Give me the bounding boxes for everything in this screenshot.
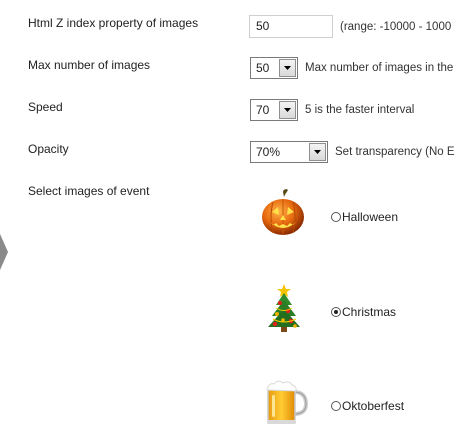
chevron-down-icon[interactable] <box>279 101 296 119</box>
pumpkin-icon <box>262 189 304 235</box>
christmas-label: Christmas <box>342 305 397 319</box>
speed-value: 70 <box>256 103 270 117</box>
zindex-input[interactable]: 50 <box>249 15 333 38</box>
max-images-value: 50 <box>256 61 270 75</box>
speed-label: Speed <box>28 100 63 114</box>
oktoberfest-label: Oktoberfest <box>342 399 405 413</box>
christmas-radio[interactable] <box>331 307 341 317</box>
max-images-hint: Max number of images in the <box>305 62 454 74</box>
max-images-label: Max number of images <box>28 58 151 72</box>
event-option-oktoberfest[interactable]: Oktoberfest <box>331 399 404 413</box>
collapse-arrow-icon[interactable] <box>0 234 8 270</box>
christmas-tree-icon <box>268 284 300 332</box>
event-option-christmas[interactable]: Christmas <box>331 305 396 319</box>
halloween-label: Halloween <box>342 210 399 224</box>
settings-page: Html Z index property of images 50 (rang… <box>0 0 458 443</box>
opacity-select[interactable]: 70% <box>250 141 328 163</box>
opacity-value: 70% <box>256 145 281 159</box>
speed-select[interactable]: 70 <box>250 99 298 121</box>
chevron-down-icon[interactable] <box>279 59 296 77</box>
opacity-label: Opacity <box>28 142 69 156</box>
event-option-halloween[interactable]: Halloween <box>331 210 398 224</box>
zindex-hint: (range: -10000 - 1000 <box>340 21 452 33</box>
max-images-select[interactable]: 50 <box>250 57 298 79</box>
oktoberfest-radio[interactable] <box>331 401 341 411</box>
speed-hint: 5 is the faster interval <box>305 104 415 116</box>
beer-mug-icon <box>266 380 309 424</box>
zindex-label: Html Z index property of images <box>28 16 199 30</box>
events-label: Select images of event <box>28 184 150 198</box>
halloween-radio[interactable] <box>331 212 341 222</box>
chevron-down-icon[interactable] <box>309 143 326 161</box>
opacity-hint: Set transparency (No E <box>335 146 455 158</box>
